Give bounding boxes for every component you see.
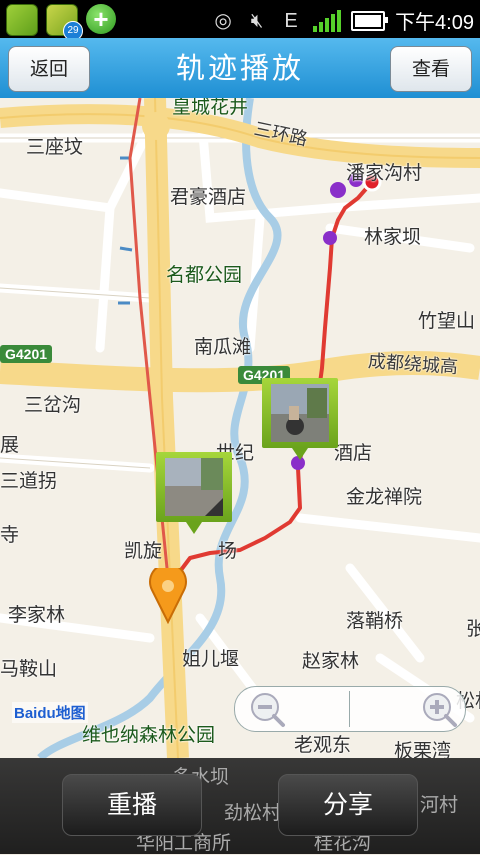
- photo-marker[interactable]: [156, 452, 232, 534]
- zoom-control: [234, 686, 466, 732]
- map-label: 赵家林: [302, 650, 360, 672]
- map-label: 林家坝: [364, 226, 422, 248]
- highway-shield: G4201: [0, 345, 53, 363]
- signal-icon: [313, 9, 342, 32]
- map-label: 三座坟: [26, 136, 84, 158]
- edge-data-icon: E: [284, 9, 298, 32]
- zoom-in-button[interactable]: [351, 687, 465, 731]
- map-label: 马鞍山: [0, 658, 58, 680]
- map-label: 场: [218, 540, 238, 562]
- map-label: 君豪酒店: [170, 186, 247, 208]
- map-label: 名都公园: [166, 264, 243, 286]
- zoom-in-icon: [423, 693, 457, 727]
- map-label: 皇城花井: [172, 98, 249, 118]
- app-notification-icon: [6, 4, 38, 36]
- share-button[interactable]: 分享: [278, 774, 418, 836]
- map-label: 凯旋: [124, 540, 163, 562]
- system-icons: ◎ 🔇︎ E 下午4:09: [211, 6, 474, 35]
- map-label: 展: [0, 434, 20, 456]
- map-label: 三道拐: [0, 470, 58, 492]
- clock: 下午4:09: [395, 12, 474, 34]
- map-label: 金龙禅院: [346, 486, 423, 508]
- view-button[interactable]: 查看: [390, 46, 472, 92]
- map-label: 姐儿堰: [182, 648, 240, 670]
- mute-icon: 🔇︎: [250, 9, 264, 32]
- map-label: 三岔沟: [24, 394, 82, 416]
- title-bar: 轨迹播放 返回 查看: [0, 38, 480, 99]
- battery-icon: [351, 10, 389, 31]
- back-button[interactable]: 返回: [8, 46, 90, 92]
- map-view[interactable]: 皇城花井 三座坟 三环路 潘家沟村 君豪酒店 林家坝 名都公园 竹望山 南瓜滩 …: [0, 98, 480, 758]
- map-label: 李家林: [8, 604, 66, 626]
- map-label: 板栗湾: [394, 740, 452, 758]
- zoom-out-icon: [251, 693, 285, 727]
- notification-icons: 29 +: [6, 4, 116, 41]
- gps-icon: ◎: [214, 9, 232, 32]
- photo-thumbnail: [165, 458, 223, 516]
- bottom-toolbar: 多水坝 劲松村 河村 华阳工商所 桂花沟 重播 分享: [0, 758, 480, 854]
- map-label: 潘家沟村: [346, 162, 423, 184]
- map-label: 张: [466, 618, 480, 640]
- map-label: 南瓜滩: [194, 336, 252, 358]
- map-label: 酒店: [334, 442, 373, 464]
- map-label: 维也纳森林公园: [82, 724, 216, 746]
- status-bar: 29 + ◎ 🔇︎ E 下午4:09: [0, 0, 480, 41]
- map-label: 寺: [0, 524, 20, 546]
- photo-thumbnail: [271, 384, 329, 442]
- map-label: 劲松村: [224, 802, 282, 824]
- baidu-map-logo: Baidu地图: [12, 702, 88, 723]
- photo-marker[interactable]: [262, 378, 338, 460]
- replay-button[interactable]: 重播: [62, 774, 202, 836]
- plus-app-icon: +: [86, 4, 116, 34]
- app-notification-icon: 29: [46, 4, 83, 41]
- start-marker-icon: [149, 568, 187, 624]
- map-label: 竹望山: [418, 310, 476, 332]
- zoom-out-button[interactable]: [235, 687, 349, 731]
- map-label: 老观东: [294, 734, 352, 756]
- map-label: 河村: [420, 794, 459, 816]
- map-label: 落鞘桥: [346, 610, 404, 632]
